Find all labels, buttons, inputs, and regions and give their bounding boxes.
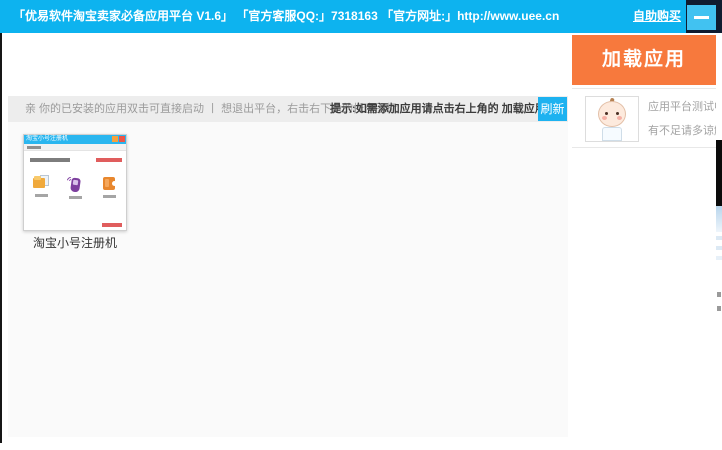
notice-text: 应用平台测试中 ， 有不足请多谅解~ — [648, 95, 716, 143]
thumb-text-line — [30, 158, 70, 162]
thumb-window-title: 淘宝小号注册机 — [26, 136, 69, 142]
notice-row: 应用平台测试中 ， 有不足请多谅解~ — [572, 88, 716, 148]
notice-line2: 有不足请多谅解~ — [648, 125, 716, 137]
thumb-icon-label — [68, 196, 82, 199]
avatar — [585, 96, 639, 142]
right-panel: 加载应用 应用平台测试中 ， 有不足请多谅解~ — [572, 33, 716, 450]
tip-text: 提示:如需添加应用请点击右上角的 加载应用 — [330, 103, 546, 115]
thumb-icon-wrap — [99, 175, 119, 199]
app-window: 「优易软件淘宝卖家必备应用平台 V1.6」 「官方客服QQ:」7318163 「… — [0, 0, 722, 450]
minimize-button[interactable] — [687, 5, 716, 30]
background-window-sliver — [716, 33, 722, 450]
sliver-text-mark — [717, 292, 721, 297]
self-purchase-link[interactable]: 自助购买 — [633, 0, 681, 33]
thumb-close-icon — [119, 136, 125, 142]
app-thumbnail-card[interactable]: 淘宝小号注册机 — [23, 134, 127, 231]
hint-bar: 亲 你的已安装的应用双击可直接启动 丨 想退出平台，右击右下角的托盘图标 提示:… — [8, 96, 568, 122]
baby-avatar-icon — [586, 97, 638, 141]
thumb-icon-row — [24, 175, 126, 199]
sliver-text-mark — [717, 306, 721, 311]
window-title: 「优易软件淘宝卖家必备应用平台 V1.6」 「官方客服QQ:」7318163 「… — [13, 9, 560, 23]
thumb-icon-wrap — [31, 175, 51, 199]
thumb-red-link — [96, 158, 122, 162]
thumb-titlebar: 淘宝小号注册机 — [24, 135, 126, 144]
thumb-body — [24, 151, 126, 230]
puzzle-icon — [102, 175, 117, 191]
thumb-icon-label — [102, 195, 116, 198]
load-app-button[interactable]: 加载应用 — [572, 35, 716, 85]
thumb-icon-label — [34, 194, 48, 197]
notice-line1: 应用平台测试中 ， — [648, 101, 716, 113]
sliver-dark-segment — [716, 140, 722, 206]
app-list-area: 淘宝小号注册机 淘宝小号注册机 — [8, 122, 568, 437]
sliver-blue-glow — [716, 206, 722, 232]
thumb-minimize-icon — [112, 136, 118, 142]
refresh-button[interactable]: 刷新 — [538, 97, 567, 121]
title-bar: 「优易软件淘宝卖家必备应用平台 V1.6」 「官方客服QQ:」7318163 「… — [0, 0, 722, 33]
thumb-red-link-bottom — [102, 223, 122, 227]
folder-icon — [33, 175, 49, 190]
sliver-bar — [716, 236, 722, 240]
sliver-bar — [716, 246, 722, 250]
window-left-border — [0, 33, 2, 443]
app-name-caption: 淘宝小号注册机 — [32, 236, 117, 250]
phone-icon — [65, 175, 83, 193]
thumb-icon-wrap — [65, 175, 85, 199]
sliver-bar — [716, 256, 722, 260]
minimize-icon — [694, 16, 709, 19]
thumb-menu-item — [27, 146, 41, 149]
thumb-menubar — [24, 144, 126, 151]
